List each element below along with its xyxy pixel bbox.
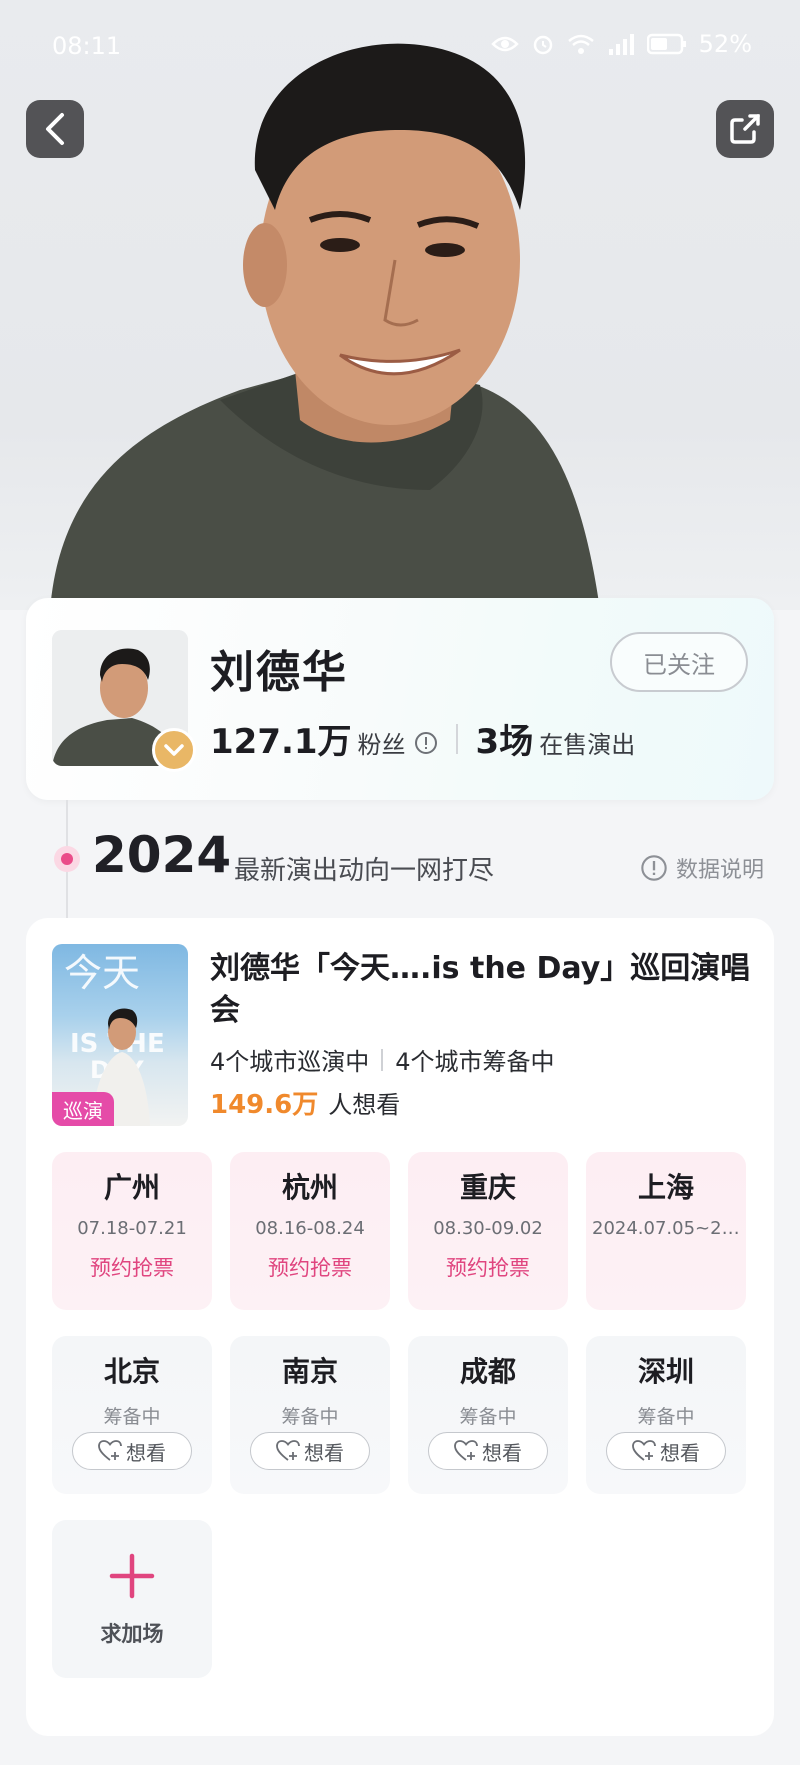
city-name: 广州: [103, 1171, 160, 1204]
city-tile-hangzhou[interactable]: 杭州 08.16-08.24 预约抢票: [230, 1152, 390, 1310]
city-date: 08.16-08.24: [255, 1218, 365, 1239]
city-name: 北京: [103, 1355, 160, 1388]
status-bar: 08:11 52%: [0, 0, 800, 90]
tour-tag: 巡演: [52, 1092, 114, 1126]
battery-level: 52%: [698, 30, 752, 58]
info-icon[interactable]: [414, 731, 438, 755]
city-date: 07.18-07.21: [77, 1218, 187, 1239]
data-note-label: 数据说明: [675, 858, 764, 883]
city-tile-nanjing[interactable]: 南京 筹备中 想看: [230, 1336, 390, 1494]
stats-divider: [455, 723, 458, 754]
request-extra-show-label: 求加场: [100, 1622, 164, 1646]
artist-name: 刘德华: [210, 647, 348, 698]
heart-plus-icon: [454, 1440, 478, 1461]
heart-plus-icon: [276, 1440, 300, 1461]
city-name: 杭州: [281, 1171, 338, 1204]
want-to-see-button[interactable]: 想看: [72, 1432, 192, 1470]
status-time: 08:11: [52, 32, 122, 60]
want-to-see-button[interactable]: 想看: [250, 1432, 370, 1470]
city-date: 08.30-09.02: [433, 1218, 543, 1239]
want-to-see-button[interactable]: 想看: [428, 1432, 548, 1470]
city-tile-chongqing[interactable]: 重庆 08.30-09.02 预约抢票: [408, 1152, 568, 1310]
preparing-count: 4个城市筹备中: [395, 1048, 555, 1076]
reserve-ticket-button[interactable]: 预约抢票: [52, 1252, 212, 1282]
city-name: 重庆: [459, 1171, 516, 1204]
timeline-subtitle: 最新演出动向一网打尽: [234, 856, 495, 886]
city-status: 筹备中: [103, 1406, 161, 1428]
artist-stats: 127.1万 粉丝 3场 在售演出: [210, 714, 635, 763]
city-tile-beijing[interactable]: 北京 筹备中 想看: [52, 1336, 212, 1494]
heart-plus-icon: [98, 1440, 122, 1461]
want-count: 149.6万: [210, 1090, 319, 1120]
signal-icon: [608, 34, 634, 55]
touring-count: 4个城市巡演中: [210, 1048, 370, 1076]
reserve-ticket-button[interactable]: 预约抢票: [408, 1252, 568, 1282]
battery-icon: [646, 33, 686, 55]
info-icon: [641, 855, 667, 881]
want-to-see-button[interactable]: 想看: [606, 1432, 726, 1470]
event-title[interactable]: 刘德华「今天….is the Day」巡回演唱会: [210, 948, 758, 1032]
want-to-see-label: 想看: [660, 1440, 700, 1465]
data-note-link[interactable]: 数据说明: [640, 852, 764, 884]
artist-photo: [50, 43, 600, 610]
city-tile-guangzhou[interactable]: 广州 07.18-07.21 预约抢票: [52, 1152, 212, 1310]
heart-plus-icon: [632, 1440, 656, 1461]
svg-text:今天: 今天: [64, 951, 140, 995]
eye-icon: [490, 36, 519, 52]
reserve-ticket-button[interactable]: 预约抢票: [230, 1252, 390, 1282]
city-name: 上海: [637, 1171, 694, 1204]
city-tile-shanghai[interactable]: 上海 2024.07.05~202...: [586, 1152, 746, 1310]
city-grid: 广州 07.18-07.21 预约抢票 杭州 08.16-08.24 预约抢票 …: [52, 1152, 748, 1678]
want-to-see-label: 想看: [482, 1440, 522, 1465]
city-status: 筹备中: [281, 1406, 339, 1428]
want-stats: 149.6万 人想看: [210, 1084, 400, 1121]
alarm-icon: [533, 35, 552, 55]
want-to-see-label: 想看: [304, 1440, 344, 1465]
timeline-year: 2024: [92, 826, 232, 884]
city-tile-chengdu[interactable]: 成都 筹备中 想看: [408, 1336, 568, 1494]
city-tile-shenzhen[interactable]: 深圳 筹备中 想看: [586, 1336, 746, 1494]
shows-count: 3场: [475, 722, 534, 762]
request-extra-show-button[interactable]: 求加场: [52, 1520, 212, 1678]
event-card: 今天 IS THE DAY 巡演 刘德华「今天….is the Day」巡回演唱…: [26, 918, 774, 1736]
want-to-see-label: 想看: [126, 1440, 166, 1465]
event-poster[interactable]: 今天 IS THE DAY 巡演: [52, 944, 188, 1126]
want-label: 人想看: [328, 1091, 401, 1119]
status-icons: 52%: [490, 30, 752, 58]
shows-label: 在售演出: [539, 731, 636, 759]
chevron-left-icon: [46, 113, 64, 145]
artist-profile-card: 刘德华 已关注 127.1万 粉丝 3场 在售演出: [26, 598, 774, 800]
back-button[interactable]: [26, 100, 84, 158]
share-icon: [730, 114, 760, 144]
fans-label: 粉丝: [357, 731, 406, 759]
verified-badge-icon: [152, 728, 196, 772]
follow-button[interactable]: 已关注: [610, 632, 748, 692]
city-status: 筹备中: [459, 1406, 517, 1428]
timeline-dot: [54, 846, 80, 872]
city-status: 筹备中: [637, 1406, 695, 1428]
share-button[interactable]: [716, 100, 774, 158]
city-name: 成都: [459, 1355, 516, 1388]
wifi-icon: [567, 34, 594, 54]
fans-count: 127.1万: [210, 722, 352, 762]
city-date: 2024.07.05~202...: [592, 1218, 740, 1239]
artist-hero: 08:11 52%: [0, 0, 800, 610]
plus-icon: [52, 1552, 212, 1600]
city-name: 深圳: [637, 1355, 694, 1388]
city-name: 南京: [281, 1355, 338, 1388]
event-meta: 4个城市巡演中 4个城市筹备中: [210, 1042, 555, 1077]
